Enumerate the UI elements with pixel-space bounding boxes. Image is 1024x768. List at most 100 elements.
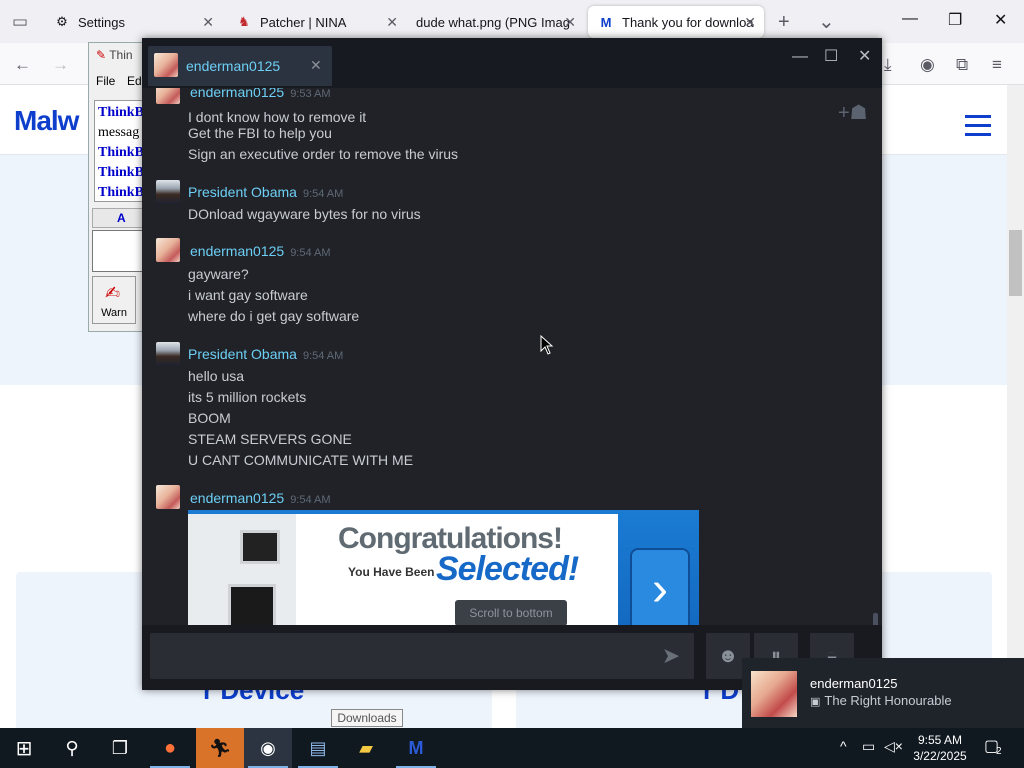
malwarebytes-icon: M	[600, 14, 612, 30]
message-input[interactable]	[150, 633, 650, 679]
steam-titlebar: enderman0125 ✕ — ☐ ✕	[142, 38, 882, 88]
embedded-image[interactable]: Congratulations! You Have Been Selected!…	[188, 510, 699, 625]
thinkboard-title-text: Thin	[109, 48, 133, 62]
volume-muted-icon[interactable]: ◁×	[884, 738, 903, 755]
browser-tab-bar: ▭ ⚙ Settings ✕ ♞ Patcher | NINA ✕ dude w…	[0, 0, 1024, 43]
clock[interactable]: 9:55 AM 3/22/2025	[905, 732, 975, 764]
font-button[interactable]: A	[117, 211, 126, 225]
network-icon[interactable]: ▭	[862, 738, 875, 755]
chat-bubble-icon: ▣	[810, 696, 821, 708]
thinkboard-title: ✎ Thin	[96, 48, 133, 62]
avatar	[154, 53, 178, 77]
menu-icon[interactable]: ≡	[992, 55, 1002, 75]
steam-chat-window[interactable]: enderman0125 ✕ — ☐ ✕ +☗ enderman0125 9:53…	[142, 38, 882, 690]
search-button[interactable]: ⚲	[48, 728, 96, 768]
start-button[interactable]: ⊞	[0, 728, 48, 768]
account-icon[interactable]: ◉	[920, 55, 935, 75]
scroll-to-bottom-button[interactable]: Scroll to bottom	[455, 600, 567, 625]
taskbar-steam[interactable]: ◉	[244, 728, 292, 768]
avatar	[751, 671, 797, 717]
message-author[interactable]: President Obama 9:54 AM	[188, 184, 343, 200]
message-time: 9:54 AM	[290, 247, 331, 259]
menu-file[interactable]: File	[96, 74, 115, 88]
app-window-icon: ▤	[309, 737, 327, 758]
tab-overview-icon[interactable]: ▭	[12, 12, 28, 32]
avatar	[156, 88, 180, 104]
taskbar-malwarebytes[interactable]: M	[392, 728, 440, 768]
restore-icon[interactable]: ❐	[948, 10, 962, 30]
back-icon[interactable]: ←	[14, 55, 31, 75]
close-window-icon[interactable]: ✕	[994, 10, 1007, 30]
malwarebytes-logo[interactable]: Malw	[14, 105, 79, 137]
close-icon[interactable]: ✕	[310, 57, 322, 74]
message-time: 9:54 AM	[290, 494, 331, 506]
chat-tab-enderman[interactable]: enderman0125 ✕	[148, 46, 332, 86]
close-icon[interactable]: ✕	[202, 14, 214, 31]
extensions-icon[interactable]: ⧉	[956, 55, 968, 75]
promo-selected: Selected!	[436, 550, 579, 588]
add-friend-icon[interactable]: +☗	[838, 100, 868, 125]
malwarebytes-icon: M	[408, 737, 424, 758]
tray-chevron-icon[interactable]: ^	[840, 738, 847, 754]
tab-thank-you[interactable]: M Thank you for downloa ✕	[588, 6, 764, 38]
avatar	[156, 180, 180, 204]
author-name: President Obama	[188, 184, 297, 200]
taskbar-thinkboard[interactable]: ▤	[294, 728, 342, 768]
avatar	[156, 238, 180, 262]
chat-tab-label: enderman0125	[186, 58, 281, 74]
maximize-icon[interactable]: ☐	[824, 46, 838, 66]
taskbar-patcher[interactable]: 🏃︎	[196, 728, 244, 768]
close-window-icon[interactable]: ✕	[858, 46, 871, 66]
ds-top-screen	[240, 530, 280, 564]
tab-patcher[interactable]: ♞ Patcher | NINA ✕	[226, 6, 406, 38]
message-line: gayware?	[188, 266, 249, 282]
tab-image[interactable]: dude what.png (PNG Imag ✕	[406, 6, 584, 38]
downloads-icon[interactable]: ⤓	[884, 55, 892, 75]
message-line: where do i get gay software	[188, 308, 360, 324]
clock-date: 3/22/2025	[913, 749, 967, 763]
windows-logo-icon: ⊞	[15, 737, 33, 760]
firefox-icon: ●	[163, 736, 177, 759]
message-author[interactable]: enderman0125 9:54 AM	[190, 243, 331, 259]
message-author[interactable]: President Obama 9:54 AM	[188, 346, 343, 362]
message-line: i want gay software	[188, 287, 308, 303]
taskbar-firefox[interactable]: ●	[146, 728, 194, 768]
new-tab-button[interactable]: +	[778, 11, 790, 34]
author-name: President Obama	[188, 346, 297, 362]
minimize-icon[interactable]: —	[902, 10, 918, 28]
task-view-button[interactable]: ❐	[96, 728, 144, 768]
forward-icon[interactable]: →	[52, 55, 69, 75]
page-scroll-thumb[interactable]	[1009, 230, 1022, 296]
ds-bottom-screen	[228, 584, 276, 625]
close-icon[interactable]: ✕	[744, 14, 756, 31]
message-line: DOnload wgayware bytes for no virus	[188, 206, 421, 222]
warn-button[interactable]: ✍ Warn	[92, 276, 136, 324]
message-author[interactable]: enderman0125 9:54 AM	[190, 490, 331, 506]
send-icon: ➤	[661, 643, 681, 668]
warn-icon: ✍	[105, 283, 121, 303]
send-button[interactable]: ➤	[648, 633, 694, 679]
author-name: enderman0125	[190, 490, 285, 506]
chat-scroll-thumb[interactable]	[873, 613, 878, 625]
taskbar-file-explorer[interactable]: ▰	[342, 728, 390, 768]
chat-history[interactable]: +☗ enderman0125 9:53 AM I dont know how t…	[142, 88, 882, 625]
close-icon[interactable]: ✕	[386, 14, 398, 31]
message-line: I dont know how to remove it	[188, 110, 367, 122]
message-line: hello usa	[188, 368, 245, 384]
tab-list-button[interactable]: ⌄	[818, 9, 835, 34]
emoticon-icon: ☻	[717, 645, 739, 667]
hamburger-menu-icon[interactable]	[965, 115, 991, 136]
minimize-icon[interactable]: —	[792, 48, 808, 66]
page-scrollbar[interactable]	[1007, 85, 1024, 728]
author-name: enderman0125	[190, 88, 285, 100]
nina-icon: ♞	[238, 14, 250, 29]
tab-label: dude what.png (PNG Imag	[416, 14, 570, 30]
notification-count: 2	[996, 746, 1002, 757]
gear-icon: ⚙	[56, 14, 68, 29]
promo-arrow-button: ›	[630, 548, 690, 625]
avatar	[156, 485, 180, 509]
close-icon[interactable]: ✕	[564, 14, 576, 31]
message-author[interactable]: enderman0125 9:53 AM	[190, 88, 331, 100]
tab-settings[interactable]: ⚙ Settings ✕	[44, 6, 222, 38]
steam-notification[interactable]: enderman0125 ▣ The Right Honourable	[742, 658, 1024, 728]
